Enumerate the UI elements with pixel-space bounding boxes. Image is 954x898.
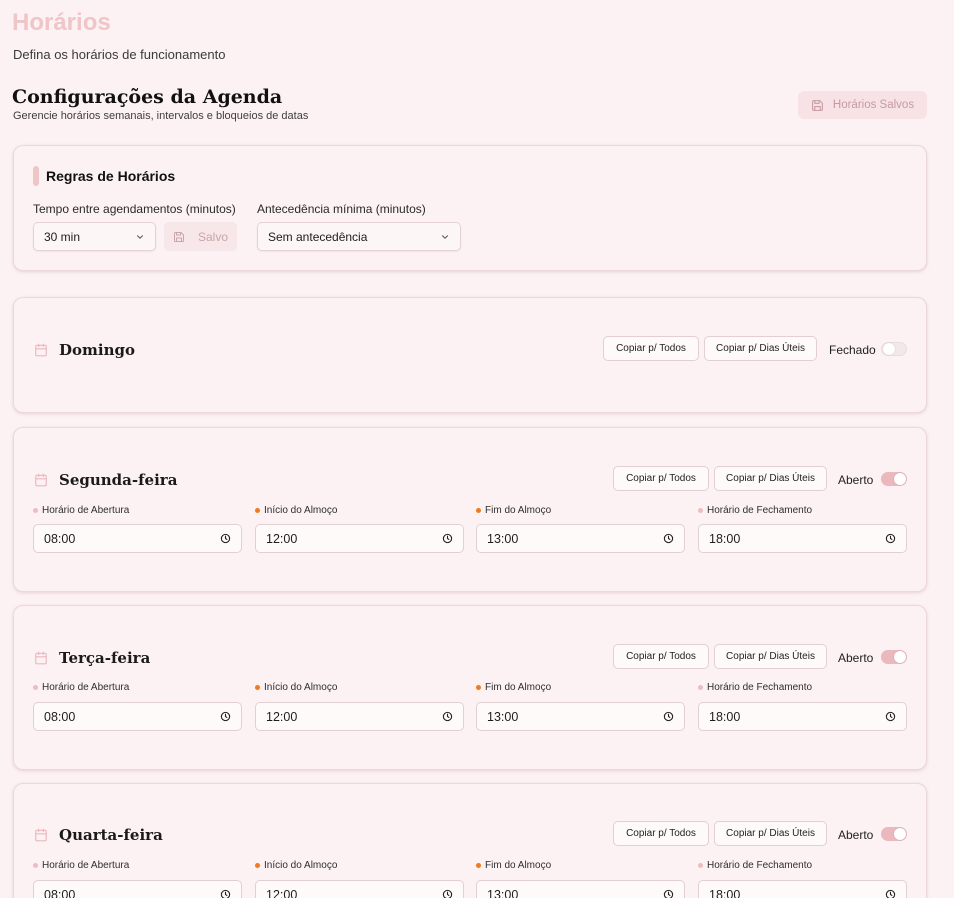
close-time-label: Horário de Fechamento: [698, 860, 812, 871]
calendar-icon: [35, 651, 47, 665]
day-toggle[interactable]: [881, 827, 907, 841]
lunch-start-input[interactable]: 12:00: [255, 524, 464, 553]
close-time-input[interactable]: 18:00: [698, 702, 907, 731]
lunch-start-input[interactable]: 12:00: [255, 702, 464, 731]
rules-save-button[interactable]: Salvo: [164, 222, 237, 251]
clock-icon: [442, 533, 453, 544]
copy-weekdays-button[interactable]: Copiar p/ Dias Úteis: [714, 821, 827, 846]
chevron-down-icon: [136, 234, 144, 239]
lunch-start-input[interactable]: 12:00: [255, 880, 464, 898]
day-status: Aberto: [838, 651, 874, 665]
clock-icon: [885, 889, 896, 898]
open-time-input[interactable]: 08:00: [33, 702, 242, 731]
day-toggle[interactable]: [881, 472, 907, 486]
close-time-label: Horário de Fechamento: [698, 505, 812, 516]
clock-icon: [442, 889, 453, 898]
close-time-input[interactable]: 18:00: [698, 524, 907, 553]
day-card-domingo: Domingo Copiar p/ Todos Copiar p/ Dias Ú…: [13, 297, 927, 413]
day-name: Segunda-feira: [59, 471, 178, 489]
interval-label: Tempo entre agendamentos (minutos): [33, 202, 236, 216]
copy-all-button[interactable]: Copiar p/ Todos: [613, 644, 709, 669]
saved-schedules-label: Horários Salvos: [832, 99, 915, 111]
lunch-start-label: Início do Almoço: [255, 682, 337, 693]
page-subtitle: Defina os horários de funcionamento: [13, 47, 226, 62]
copy-weekdays-button[interactable]: Copiar p/ Dias Úteis: [714, 466, 827, 491]
day-card-quarta: Quarta-feira Copiar p/ Todos Copiar p/ D…: [13, 783, 927, 898]
lunch-end-input[interactable]: 13:00: [476, 524, 685, 553]
day-status: Aberto: [838, 473, 874, 487]
clock-icon: [220, 889, 231, 898]
interval-select-value: 30 min: [44, 229, 81, 244]
day-name: Domingo: [59, 341, 135, 359]
day-card-terca: Terça-feira Copiar p/ Todos Copiar p/ Di…: [13, 605, 927, 770]
day-toggle[interactable]: [881, 342, 907, 356]
copy-weekdays-button[interactable]: Copiar p/ Dias Úteis: [704, 336, 817, 361]
open-time-label: Horário de Abertura: [33, 682, 129, 693]
section-subtitle: Gerencie horários semanais, intervalos e…: [13, 110, 309, 122]
clock-icon: [442, 711, 453, 722]
lunch-end-input[interactable]: 13:00: [476, 702, 685, 731]
close-time-label: Horário de Fechamento: [698, 682, 812, 693]
day-toggle[interactable]: [881, 650, 907, 664]
interval-select[interactable]: 30 min: [33, 222, 156, 251]
clock-icon: [220, 711, 231, 722]
open-time-input[interactable]: 08:00: [33, 524, 242, 553]
copy-all-button[interactable]: Copiar p/ Todos: [603, 336, 699, 361]
open-time-label: Horário de Abertura: [33, 860, 129, 871]
saved-schedules-button[interactable]: Horários Salvos: [798, 91, 927, 119]
calendar-icon: [35, 343, 47, 357]
clock-icon: [885, 711, 896, 722]
lunch-start-label: Início do Almoço: [255, 505, 337, 516]
advance-select-value: Sem antecedência: [268, 229, 368, 244]
clock-icon: [663, 711, 674, 722]
day-card-segunda: Segunda-feira Copiar p/ Todos Copiar p/ …: [13, 427, 927, 592]
advance-select[interactable]: Sem antecedência: [257, 222, 461, 251]
day-name: Terça-feira: [59, 649, 151, 667]
calendar-icon: [35, 828, 47, 842]
copy-all-button[interactable]: Copiar p/ Todos: [613, 821, 709, 846]
close-time-input[interactable]: 18:00: [698, 880, 907, 898]
rules-title: Regras de Horários: [46, 168, 176, 184]
open-time-label: Horário de Abertura: [33, 505, 129, 516]
rules-accent-bar: [33, 166, 39, 186]
lunch-end-label: Fim do Almoço: [476, 682, 551, 693]
lunch-end-label: Fim do Almoço: [476, 860, 551, 871]
lunch-start-label: Início do Almoço: [255, 860, 337, 871]
chevron-down-icon: [441, 234, 449, 239]
save-icon: [811, 99, 823, 111]
advance-label: Antecedência mínima (minutos): [257, 202, 426, 216]
day-name: Quarta-feira: [59, 826, 163, 844]
clock-icon: [663, 533, 674, 544]
clock-icon: [220, 533, 231, 544]
rules-card: Regras de Horários Tempo entre agendamen…: [13, 145, 927, 271]
lunch-end-input[interactable]: 13:00: [476, 880, 685, 898]
day-status: Aberto: [838, 828, 874, 842]
copy-weekdays-button[interactable]: Copiar p/ Dias Úteis: [714, 644, 827, 669]
save-icon: [174, 231, 184, 242]
open-time-input[interactable]: 08:00: [33, 880, 242, 898]
section-title: Configurações da Agenda: [12, 86, 283, 108]
clock-icon: [885, 533, 896, 544]
day-status: Fechado: [829, 343, 876, 357]
clock-icon: [663, 889, 674, 898]
page-title: Horários: [12, 9, 111, 36]
lunch-end-label: Fim do Almoço: [476, 505, 551, 516]
calendar-icon: [35, 473, 47, 487]
copy-all-button[interactable]: Copiar p/ Todos: [613, 466, 709, 491]
rules-save-label: Salvo: [198, 229, 229, 244]
